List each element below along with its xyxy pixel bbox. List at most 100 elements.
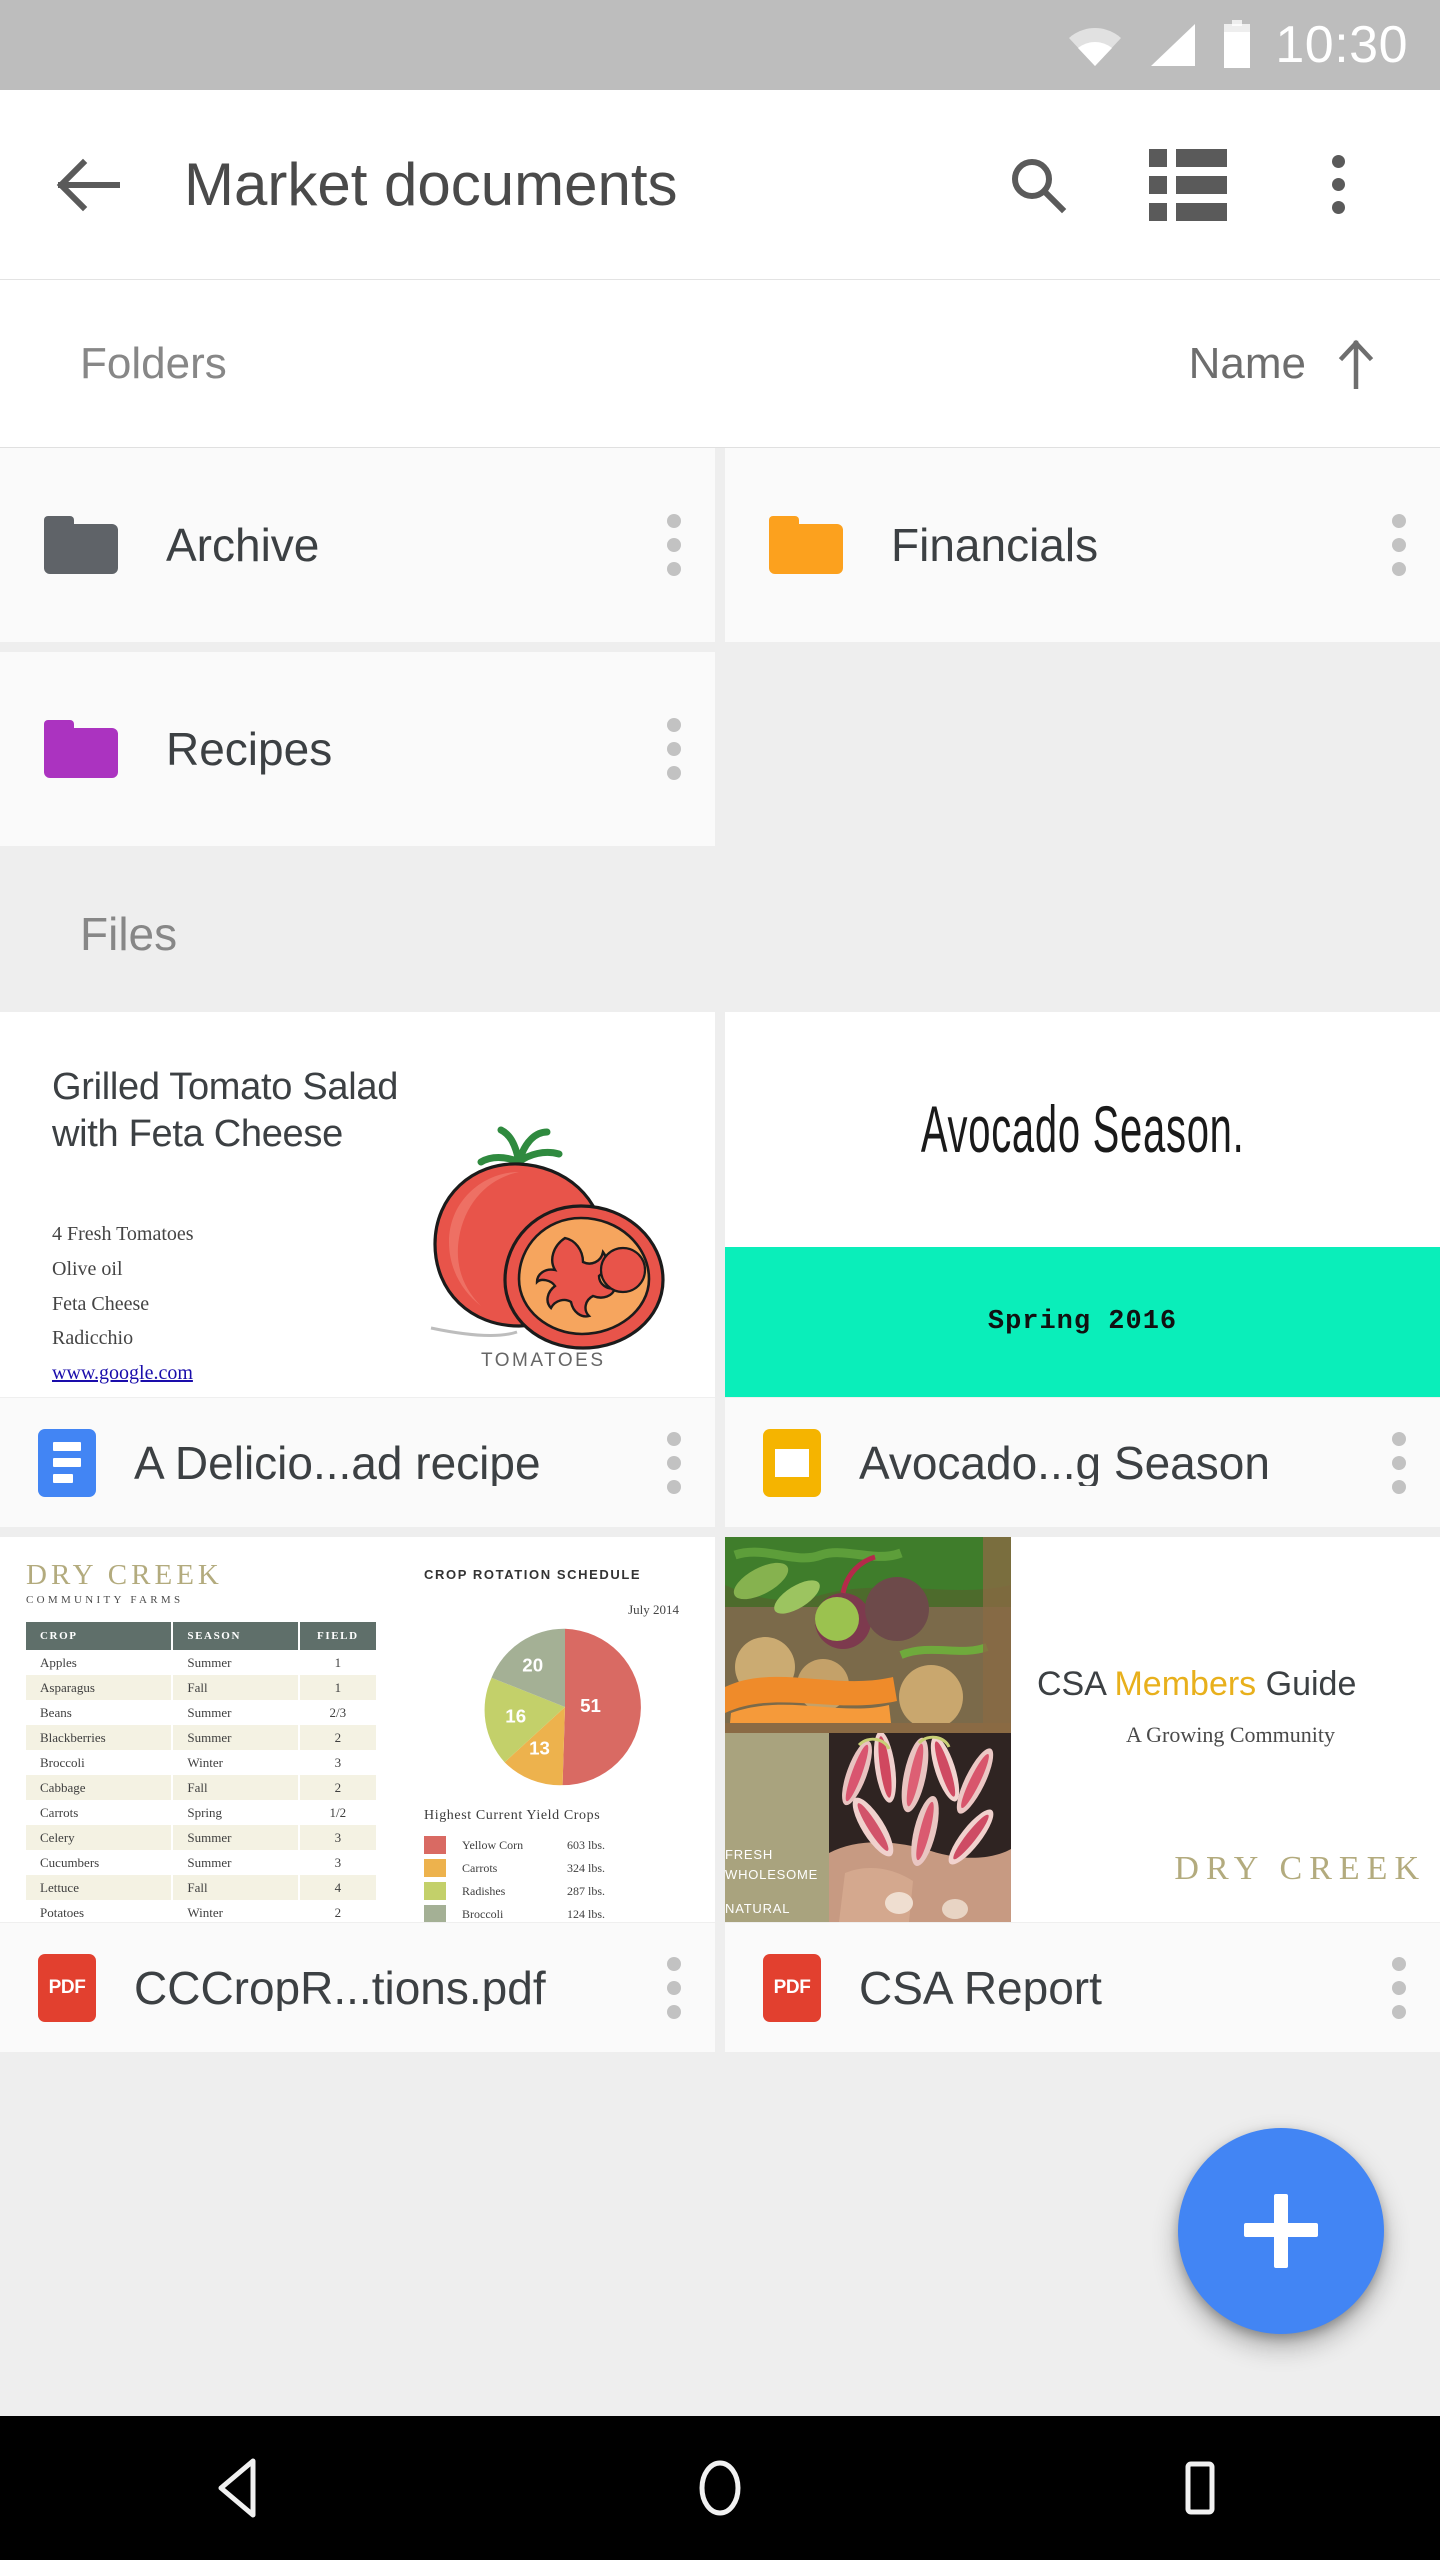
csa-photos: FRESH WHOLESOME NATURAL <box>725 1537 1011 1922</box>
list-view-icon <box>1149 148 1227 221</box>
table-cell: 1/2 <box>329 1804 347 1820</box>
crop-table: CROP SEASON FIELD Apples Summer 1 Asparagus… <box>26 1622 376 1922</box>
table-cell: Summer <box>172 1825 300 1850</box>
nav-recents-button[interactable] <box>1120 2416 1280 2560</box>
report-brand-sub: COMMUNITY FARMS <box>26 1594 184 1606</box>
folder-icon <box>44 720 118 778</box>
illustration-caption: TOMATOES <box>481 1350 606 1370</box>
folder-overflow-button[interactable] <box>667 718 681 780</box>
folder-item-financials[interactable]: Financials <box>725 448 1440 642</box>
files-grid: Grilled Tomato Salad with Feta Cheese 4 … <box>0 1012 1440 2062</box>
overflow-menu-button[interactable] <box>1294 141 1382 229</box>
table-cell: 2 <box>298 1775 376 1800</box>
back-button[interactable] <box>40 137 136 233</box>
file-name: A Delicio...ad recipe <box>134 1439 541 1486</box>
legend-row: Broccoli 124 lbs. <box>424 1905 705 1922</box>
file-overflow-button[interactable] <box>667 1956 681 2019</box>
nav-back-button[interactable] <box>160 2416 320 2560</box>
file-footer: PDF CCCropR...tions.pdf <box>0 1922 715 2052</box>
folder-overflow-button[interactable] <box>1392 514 1406 576</box>
crop-table-body: Apples Summer 1 Asparagus Fall 1 Beans Summer 2/… <box>26 1650 376 1922</box>
circle-home-icon <box>699 2460 741 2516</box>
folder-name: Financials <box>891 519 1099 571</box>
file-overflow-button[interactable] <box>667 1431 681 1494</box>
search-button[interactable] <box>994 141 1082 229</box>
folder-icon <box>769 516 843 574</box>
folder-item-recipes[interactable]: Recipes <box>0 652 715 846</box>
table-cell: Summer <box>172 1700 300 1725</box>
page-title: Market documents <box>184 150 678 218</box>
folders-grid: Archive Financials Recipes <box>0 448 1440 856</box>
csa-footer-brand: DRY CREEK <box>1174 1850 1426 1887</box>
pie-label-51: 51 <box>580 1695 601 1716</box>
table-cell: Carrots <box>26 1800 174 1825</box>
table-header-row: CROP SEASON FIELD <box>26 1622 376 1650</box>
file-card-csa-report[interactable]: FRESH WHOLESOME NATURAL CSA Members Guid… <box>725 1537 1440 2052</box>
pdf-icon: PDF <box>763 1953 821 2022</box>
grid-gutter <box>715 1537 725 2062</box>
square-recents-icon <box>1185 2461 1215 2515</box>
file-card-recipe[interactable]: Grilled Tomato Salad with Feta Cheese 4 … <box>0 1012 715 1527</box>
table-cell: 2 <box>298 1725 376 1750</box>
list-view-button[interactable] <box>1144 141 1232 229</box>
grid-gutter <box>715 652 725 856</box>
table-cell: Fall <box>172 1775 300 1800</box>
table-row: Blackberries Summer 2 <box>26 1725 376 1750</box>
slide-heading: Avocado Season. <box>920 1092 1245 1167</box>
table-cell: 1 <box>298 1675 376 1700</box>
folder-item-archive[interactable]: Archive <box>0 448 715 642</box>
file-name: CCCropR...tions.pdf <box>134 1964 546 2011</box>
chart-title: CROP ROTATION SCHEDULE <box>424 1567 642 1582</box>
table-cell: Winter <box>172 1750 300 1775</box>
app-bar: Market documents <box>0 90 1440 280</box>
table-cell: Winter <box>172 1900 300 1922</box>
table-row: Cabbage Fall 2 <box>26 1775 376 1800</box>
csa-title: CSA Members Guide <box>1037 1665 1440 1704</box>
tomato-illustration: TOMATOES <box>430 1126 665 1370</box>
sort-control[interactable]: Name <box>1189 339 1378 389</box>
search-icon <box>1012 158 1067 213</box>
nav-home-button[interactable] <box>640 2416 800 2560</box>
legend-label: Yellow Corn <box>462 1837 524 1852</box>
table-cell: Cabbage <box>26 1775 174 1800</box>
grid-gutter <box>715 448 725 652</box>
table-header-cell: FIELD <box>298 1622 376 1650</box>
create-new-fab[interactable] <box>1178 2128 1384 2334</box>
back-arrow-icon <box>56 158 120 211</box>
report-brand: DRY CREEK <box>26 1559 223 1591</box>
table-cell: Spring <box>172 1800 300 1825</box>
signal-icon <box>1151 24 1196 66</box>
table-cell: 3 <box>334 1754 342 1770</box>
thumb-link[interactable]: www.google.com <box>52 1362 193 1384</box>
table-cell: Fall <box>172 1875 300 1900</box>
table-row: Potatoes Winter 2 <box>26 1900 376 1922</box>
csa-title-a: CSA <box>1037 1665 1115 1703</box>
legend-row: Yellow Corn 603 lbs. <box>424 1836 705 1854</box>
folder-overflow-button[interactable] <box>667 514 681 576</box>
legend-label: Radishes <box>462 1883 506 1898</box>
thumb-title-line1: Grilled Tomato Salad <box>52 1066 399 1108</box>
status-bar: 10:30 <box>0 0 1440 90</box>
table-cell: 4 <box>298 1875 376 1900</box>
file-overflow-button[interactable] <box>1392 1431 1406 1494</box>
olive-word-2: WHOLESOME <box>725 1867 819 1883</box>
folders-section-label: Folders <box>80 338 227 388</box>
olive-panel: FRESH WHOLESOME NATURAL <box>725 1733 829 1922</box>
file-card-crop-rotation[interactable]: DRY CREEK COMMUNITY FARMS CROP SEASON FI… <box>0 1537 715 2052</box>
olive-word-3: NATURAL <box>725 1901 791 1917</box>
files-section-label: Files <box>80 908 178 960</box>
sort-bar: Folders Name <box>0 280 1440 448</box>
table-cell: Celery <box>26 1825 174 1850</box>
pie-chart: 51 13 16 20 <box>424 1622 705 1792</box>
arrow-up-icon <box>1338 339 1374 389</box>
legend-label: Broccoli <box>462 1906 504 1921</box>
slide-band-text: Spring 2016 <box>987 1307 1178 1337</box>
table-cell: 3 <box>334 1854 342 1870</box>
plus-icon <box>1244 2194 1318 2268</box>
file-overflow-button[interactable] <box>1392 1956 1406 2019</box>
crop-report-left: DRY CREEK COMMUNITY FARMS CROP SEASON FI… <box>26 1559 406 1922</box>
pie-slice-yellow-corn <box>562 1628 641 1786</box>
table-row: Broccoli Winter 3 <box>26 1750 376 1775</box>
file-card-avocado[interactable]: Avocado Season. Spring 2016 Avocado...g … <box>725 1012 1440 1527</box>
file-name: Avocado...g Season <box>859 1439 1270 1486</box>
